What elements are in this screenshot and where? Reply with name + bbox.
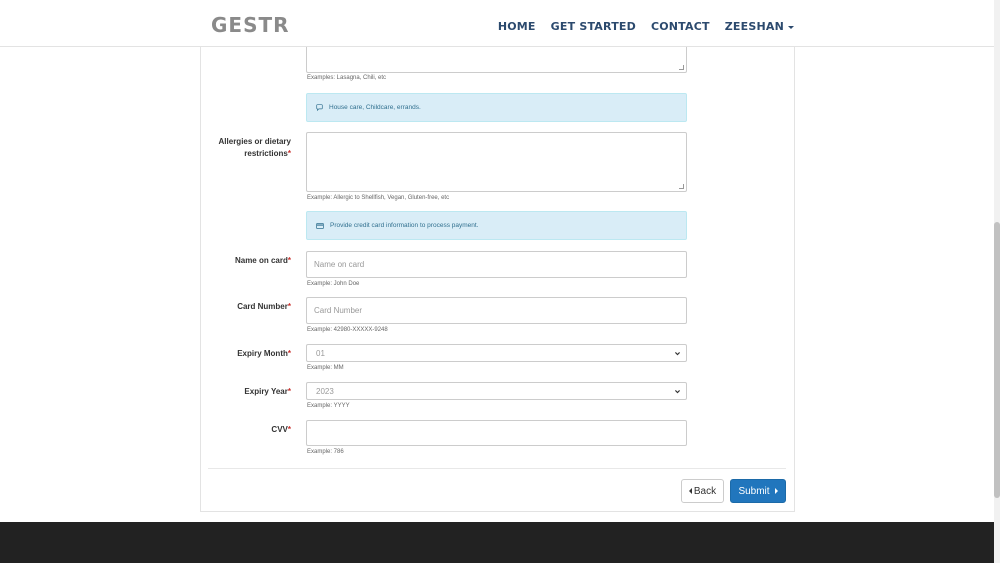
required-mark: *: [287, 349, 291, 358]
nav-get-started[interactable]: GET STARTED: [551, 20, 636, 33]
cvv-help: Example: 786: [307, 449, 344, 455]
name-on-card-placeholder: Name on card: [314, 260, 365, 269]
cvv-label-text: CVV: [271, 425, 288, 434]
favorite-meals-help: Examples: Lasagna, Chili, etc: [307, 75, 387, 81]
resize-handle-icon[interactable]: [679, 184, 684, 189]
form-divider: [208, 468, 786, 469]
card-number-help: Example: 42980-XXXXX-9248: [307, 327, 388, 333]
submit-button-label: Submit: [738, 485, 770, 497]
name-on-card-input[interactable]: Name on card: [306, 251, 687, 278]
caret-left-icon: [688, 488, 692, 494]
cvv-input[interactable]: [306, 420, 687, 446]
nav-contact[interactable]: CONTACT: [651, 20, 710, 33]
expiry-year-value: 2023: [316, 386, 334, 396]
page-footer: [0, 522, 994, 563]
required-mark: *: [287, 149, 291, 158]
required-mark: *: [287, 302, 291, 311]
navbar: GESTR HOME GET STARTED CONTACT ZEESHAN: [0, 0, 994, 47]
expiry-month-select[interactable]: 01: [306, 344, 687, 362]
allergies-help: Example: Allergic to Shellfish, Vegan, G…: [307, 195, 450, 201]
payment-alert-text: Provide credit card information to proce…: [330, 222, 479, 229]
expiry-month-label: Expiry Month*: [200, 348, 291, 360]
back-button-label: Back: [693, 485, 717, 497]
submit-button[interactable]: Submit: [730, 479, 786, 503]
expiry-year-label: Expiry Year*: [200, 386, 291, 398]
required-mark: *: [287, 425, 291, 434]
required-mark: *: [287, 387, 291, 396]
payment-alert: Provide credit card information to proce…: [306, 211, 687, 240]
required-mark: *: [287, 256, 291, 265]
name-on-card-label: Name on card*: [200, 255, 291, 267]
name-on-card-help: Example: John Doe: [307, 281, 360, 287]
expiry-year-select[interactable]: 2023: [306, 382, 687, 400]
nav-user-menu[interactable]: ZEESHAN: [725, 20, 794, 33]
cvv-label: CVV*: [200, 424, 291, 436]
expiry-year-label-text: Expiry Year: [244, 387, 288, 396]
expiry-year-help: Example: YYYY: [307, 403, 350, 409]
nav-links: HOME GET STARTED CONTACT ZEESHAN: [498, 20, 794, 33]
credit-card-icon: [316, 222, 324, 229]
caret-right-icon: [774, 488, 778, 494]
back-button[interactable]: Back: [681, 479, 724, 503]
page-scrollbar[interactable]: [994, 0, 1000, 563]
expiry-month-label-text: Expiry Month: [237, 349, 288, 358]
chevron-down-icon: [675, 352, 680, 356]
comment-icon: [316, 104, 323, 111]
services-alert-text: House care, Childcare, errands.: [329, 104, 421, 111]
chevron-down-icon: [675, 390, 680, 394]
brand-logo[interactable]: GESTR: [211, 13, 290, 37]
card-number-label: Card Number*: [200, 301, 291, 313]
resize-handle-icon[interactable]: [679, 65, 684, 70]
card-number-input[interactable]: Card Number: [306, 297, 687, 324]
card-number-placeholder: Card Number: [314, 306, 363, 315]
services-alert: House care, Childcare, errands.: [306, 93, 687, 122]
expiry-month-help: Example: MM: [307, 365, 344, 371]
expiry-month-value: 01: [316, 348, 325, 358]
nav-home[interactable]: HOME: [498, 20, 536, 33]
allergies-label-text: Allergies or dietary restrictions: [218, 137, 291, 158]
scrollbar-thumb[interactable]: [994, 222, 1000, 498]
allergies-textarea[interactable]: [306, 132, 687, 192]
name-on-card-label-text: Name on card: [234, 256, 288, 265]
card-number-label-text: Card Number: [237, 302, 288, 311]
allergies-label: Allergies or dietary restrictions*: [200, 136, 291, 160]
user-name: ZEESHAN: [724, 20, 784, 33]
chevron-down-icon: [788, 25, 794, 29]
